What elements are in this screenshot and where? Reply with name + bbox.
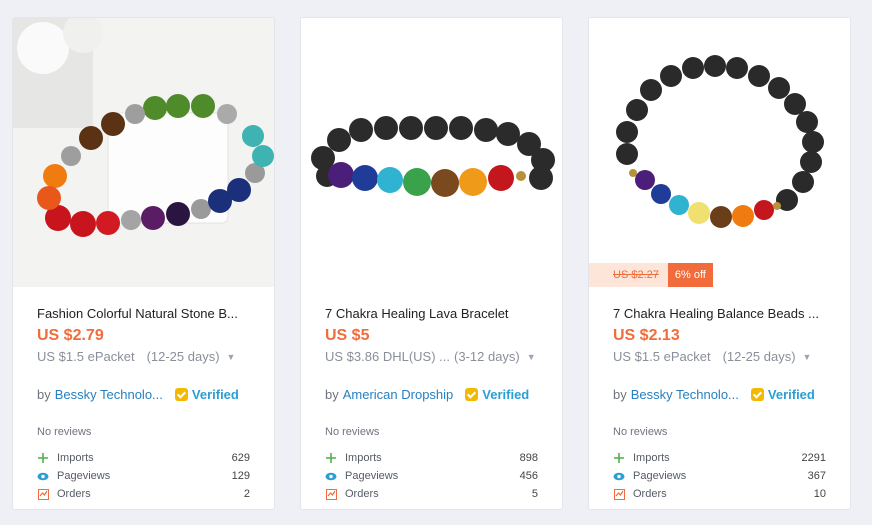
stat-orders: Orders 10 bbox=[613, 485, 826, 503]
eye-icon bbox=[325, 472, 337, 481]
product-image[interactable]: US $2.27 6% off bbox=[589, 18, 850, 287]
shipping-selector[interactable]: US $1.5 ePacket (12-25 days) ▼ bbox=[613, 349, 826, 364]
product-image[interactable] bbox=[301, 18, 562, 287]
product-card[interactable]: US $2.27 6% off 7 Chakra Healing Balance… bbox=[588, 17, 851, 510]
seller-link[interactable]: American Dropship bbox=[343, 387, 454, 402]
discount-percent: 6% off bbox=[667, 263, 713, 287]
product-price: US $2.79 bbox=[37, 327, 104, 344]
reviews-text: No reviews bbox=[613, 426, 668, 438]
seller-link[interactable]: Bessky Technolo... bbox=[55, 387, 163, 402]
seller-row: by Bessky Technolo... Verified bbox=[613, 387, 826, 402]
stat-label: Imports bbox=[57, 452, 94, 464]
stat-imports: Imports 2291 bbox=[613, 449, 826, 467]
reviews-text: No reviews bbox=[325, 426, 380, 438]
stat-label: Imports bbox=[633, 452, 670, 464]
stat-label: Pageviews bbox=[57, 470, 111, 482]
stat-value: 5 bbox=[531, 488, 538, 500]
stat-label: Imports bbox=[345, 452, 382, 464]
chevron-down-icon[interactable]: ▼ bbox=[527, 352, 536, 362]
product-card[interactable]: 7 Chakra Healing Lava Bracelet US $5 US … bbox=[300, 17, 563, 510]
eye-icon bbox=[613, 472, 625, 481]
seller-link[interactable]: Bessky Technolo... bbox=[631, 387, 739, 402]
reviews-text: No reviews bbox=[37, 426, 92, 438]
orders-icon bbox=[37, 488, 49, 500]
stat-pageviews: Pageviews 367 bbox=[613, 467, 826, 485]
product-stats: Imports 2291 Pageviews 367 Orders 10 bbox=[613, 449, 826, 503]
seller-row: by American Dropship Verified bbox=[325, 387, 538, 402]
shipping-days: (12-25 days) bbox=[722, 349, 796, 364]
seller-by-label: by bbox=[613, 387, 627, 402]
discount-badge: US $2.27 6% off bbox=[589, 263, 713, 287]
stat-imports: Imports 898 bbox=[325, 449, 538, 467]
stat-value: 456 bbox=[519, 470, 538, 482]
stat-pageviews: Pageviews 456 bbox=[325, 467, 538, 485]
plus-icon bbox=[325, 453, 337, 463]
old-price: US $2.27 bbox=[589, 263, 668, 287]
verified-badge: Verified bbox=[750, 387, 815, 402]
stat-value: 2291 bbox=[801, 452, 826, 464]
shipping-method: US $1.5 ePacket bbox=[613, 349, 711, 364]
stat-label: Pageviews bbox=[633, 470, 687, 482]
stat-label: Orders bbox=[345, 488, 379, 500]
stat-pageviews: Pageviews 129 bbox=[37, 467, 250, 485]
stat-value: 898 bbox=[519, 452, 538, 464]
verified-label: Verified bbox=[482, 387, 530, 402]
stat-value: 129 bbox=[231, 470, 250, 482]
stat-value: 629 bbox=[231, 452, 250, 464]
seller-row: by Bessky Technolo... Verified bbox=[37, 387, 250, 402]
verified-badge: Verified bbox=[465, 387, 529, 402]
shipping-selector[interactable]: US $3.86 DHL(US) ... (3-12 days) ▼ bbox=[325, 349, 538, 364]
shipping-days: (12-25 days) bbox=[146, 349, 220, 364]
product-stats: Imports 898 Pageviews 456 Orders 5 bbox=[325, 449, 538, 503]
bracelet-image bbox=[301, 18, 562, 287]
stat-orders: Orders 2 bbox=[37, 485, 250, 503]
stat-value: 10 bbox=[813, 488, 826, 500]
stat-value: 2 bbox=[243, 488, 250, 500]
verified-label: Verified bbox=[191, 387, 239, 402]
product-card[interactable]: Fashion Colorful Natural Stone B... US $… bbox=[12, 17, 275, 510]
product-price: US $2.13 bbox=[613, 327, 680, 344]
verified-check-icon bbox=[750, 388, 764, 401]
seller-by-label: by bbox=[37, 387, 51, 402]
shipping-method: US $3.86 DHL(US) ... bbox=[325, 349, 450, 364]
stat-imports: Imports 629 bbox=[37, 449, 250, 467]
eye-icon bbox=[37, 472, 49, 481]
stat-orders: Orders 5 bbox=[325, 485, 538, 503]
plus-icon bbox=[613, 453, 625, 463]
verified-check-icon bbox=[465, 388, 479, 401]
verified-check-icon bbox=[174, 388, 188, 401]
stat-label: Orders bbox=[633, 488, 667, 500]
bracelet-image bbox=[589, 18, 850, 287]
verified-label: Verified bbox=[767, 387, 815, 402]
product-title[interactable]: 7 Chakra Healing Lava Bracelet bbox=[325, 306, 538, 321]
shipping-selector[interactable]: US $1.5 ePacket (12-25 days) ▼ bbox=[37, 349, 250, 364]
product-title[interactable]: Fashion Colorful Natural Stone B... bbox=[37, 306, 250, 321]
chevron-down-icon[interactable]: ▼ bbox=[803, 352, 812, 362]
shipping-method: US $1.5 ePacket bbox=[37, 349, 135, 364]
verified-badge: Verified bbox=[174, 387, 239, 402]
orders-icon bbox=[613, 488, 625, 500]
stat-value: 367 bbox=[807, 470, 826, 482]
product-title[interactable]: 7 Chakra Healing Balance Beads ... bbox=[613, 306, 826, 321]
orders-icon bbox=[325, 488, 337, 500]
bracelet-image bbox=[13, 18, 274, 287]
product-stats: Imports 629 Pageviews 129 Orders 2 bbox=[37, 449, 250, 503]
chevron-down-icon[interactable]: ▼ bbox=[227, 352, 236, 362]
plus-icon bbox=[37, 453, 49, 463]
seller-by-label: by bbox=[325, 387, 339, 402]
product-image[interactable] bbox=[13, 18, 274, 287]
product-price: US $5 bbox=[325, 327, 370, 344]
stat-label: Orders bbox=[57, 488, 91, 500]
shipping-days: (3-12 days) bbox=[454, 349, 520, 364]
stat-label: Pageviews bbox=[345, 470, 399, 482]
